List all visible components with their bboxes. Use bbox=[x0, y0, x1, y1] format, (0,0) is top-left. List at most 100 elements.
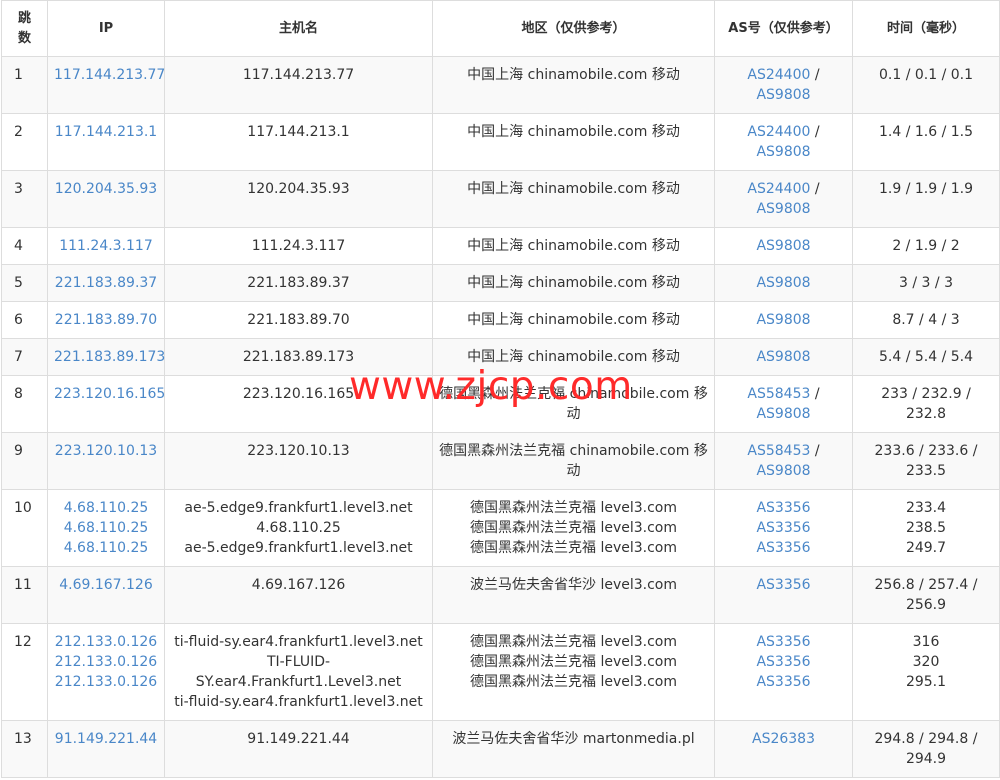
as-link[interactable]: AS3356 bbox=[756, 674, 810, 690]
ip-link[interactable]: 212.133.0.126 bbox=[54, 672, 158, 692]
ip-cell: 221.183.89.70 bbox=[47, 301, 165, 339]
as-line: AS24400 / AS9808 bbox=[721, 179, 846, 219]
ip-link[interactable]: 120.204.35.93 bbox=[54, 179, 158, 199]
as-link[interactable]: AS3356 bbox=[756, 540, 810, 556]
hop-cell: 2 bbox=[1, 113, 48, 171]
header-hop-label: 跳数 bbox=[17, 10, 31, 46]
as-link[interactable]: AS9808 bbox=[756, 349, 810, 365]
as-link[interactable]: AS58453 bbox=[747, 386, 810, 402]
hostname-text: 91.149.221.44 bbox=[247, 731, 350, 747]
as-cell: AS9808 bbox=[714, 338, 853, 376]
ip-link[interactable]: 223.120.16.165 bbox=[54, 384, 165, 404]
ip-cell: 223.120.16.165 bbox=[47, 375, 165, 433]
hop-cell: 11 bbox=[1, 566, 48, 624]
table-row: 3 120.204.35.93 120.204.35.93 中国上海 chinamob… bbox=[1, 170, 1000, 228]
as-line: AS3356 bbox=[721, 575, 846, 595]
as-cell: AS24400 / AS9808 bbox=[714, 113, 853, 171]
hop-cell: 12 bbox=[1, 623, 48, 721]
ip-cell: 117.144.213.1 bbox=[47, 113, 165, 171]
table-row: 2 117.144.213.1 117.144.213.1 中国上海 chinamob… bbox=[1, 113, 1000, 171]
ip-link[interactable]: 91.149.221.44 bbox=[54, 729, 158, 749]
ip-cell: 221.183.89.173 bbox=[47, 338, 165, 376]
as-link[interactable]: AS9808 bbox=[756, 406, 810, 422]
hostname-text: 117.144.213.1 bbox=[247, 124, 350, 140]
as-link[interactable]: AS9808 bbox=[756, 87, 810, 103]
time-cell: 0.1 / 0.1 / 0.1 bbox=[852, 56, 1000, 114]
ip-link[interactable]: 223.120.10.13 bbox=[54, 441, 158, 461]
as-link[interactable]: AS3356 bbox=[756, 634, 810, 650]
as-link[interactable]: AS58453 bbox=[747, 443, 810, 459]
region-text: 中国上海 chinamobile.com 移动 bbox=[467, 312, 680, 328]
hop-cell: 7 bbox=[1, 338, 48, 376]
region-cell: 德国黑森州法兰克福 chinamobile.com 移动 bbox=[432, 432, 715, 490]
ip-cell: 212.133.0.126 212.133.0.126 212.133.0.126 bbox=[47, 623, 165, 721]
table-row: 13 91.149.221.44 91.149.221.44 波兰马佐夫舍省华沙 ma… bbox=[1, 720, 1000, 778]
hostname-text: 4.68.110.25 bbox=[256, 520, 341, 536]
ip-link[interactable]: 117.144.213.1 bbox=[54, 122, 158, 142]
hop-cell: 9 bbox=[1, 432, 48, 490]
as-link[interactable]: AS9808 bbox=[756, 312, 810, 328]
ip-link[interactable]: 117.144.213.77 bbox=[54, 65, 165, 85]
time-text: 8.7 / 4 / 3 bbox=[892, 312, 960, 328]
time-text: 249.7 bbox=[905, 540, 947, 556]
ip-link[interactable]: 4.68.110.25 bbox=[54, 538, 158, 558]
hostname-cell: 117.144.213.77 bbox=[164, 56, 433, 114]
as-link[interactable]: AS24400 bbox=[747, 67, 810, 83]
as-link[interactable]: AS9808 bbox=[756, 144, 810, 160]
as-line: AS58453 / AS9808 bbox=[721, 384, 846, 424]
region-text: 中国上海 chinamobile.com 移动 bbox=[467, 238, 680, 254]
hop-cell: 13 bbox=[1, 720, 48, 778]
as-cell: AS24400 / AS9808 bbox=[714, 56, 853, 114]
as-cell: AS9808 bbox=[714, 264, 853, 302]
table-row: 12 212.133.0.126 212.133.0.126 212.133.0.12… bbox=[1, 623, 1000, 721]
ip-cell: 221.183.89.37 bbox=[47, 264, 165, 302]
ip-cell: 223.120.10.13 bbox=[47, 432, 165, 490]
as-link[interactable]: AS9808 bbox=[756, 275, 810, 291]
ip-cell: 117.144.213.77 bbox=[47, 56, 165, 114]
time-text: 256.8 / 257.4 / 256.9 bbox=[874, 577, 978, 613]
time-cell: 8.7 / 4 / 3 bbox=[852, 301, 1000, 339]
time-text: 320 bbox=[912, 654, 940, 670]
as-link[interactable]: AS26383 bbox=[752, 731, 815, 747]
region-text: 波兰马佐夫舍省华沙 martonmedia.pl bbox=[452, 731, 695, 747]
ip-link[interactable]: 111.24.3.117 bbox=[54, 236, 158, 256]
ip-link[interactable]: 212.133.0.126 bbox=[54, 652, 158, 672]
region-text: 中国上海 chinamobile.com 移动 bbox=[467, 124, 680, 140]
table-row: 10 4.68.110.25 4.68.110.25 4.68.110.25 ae-5.… bbox=[1, 489, 1000, 567]
ip-cell: 91.149.221.44 bbox=[47, 720, 165, 778]
ip-link[interactable]: 221.183.89.173 bbox=[54, 347, 165, 367]
as-link[interactable]: AS9808 bbox=[756, 463, 810, 479]
hostname-text: 223.120.10.13 bbox=[247, 443, 350, 459]
as-link[interactable]: AS9808 bbox=[756, 201, 810, 217]
ip-link[interactable]: 221.183.89.70 bbox=[54, 310, 158, 330]
as-link[interactable]: AS24400 bbox=[747, 124, 810, 140]
as-separator: / bbox=[810, 386, 820, 402]
ip-link[interactable]: 212.133.0.126 bbox=[54, 632, 158, 652]
as-link[interactable]: AS3356 bbox=[756, 577, 810, 593]
time-cell: 3 / 3 / 3 bbox=[852, 264, 1000, 302]
ip-link[interactable]: 4.69.167.126 bbox=[54, 575, 158, 595]
ip-cell: 111.24.3.117 bbox=[47, 227, 165, 265]
hostname-cell: 221.183.89.70 bbox=[164, 301, 433, 339]
time-text: 233.6 / 233.6 / 233.5 bbox=[874, 443, 978, 479]
as-link[interactable]: AS3356 bbox=[756, 654, 810, 670]
hostname-cell: 111.24.3.117 bbox=[164, 227, 433, 265]
as-cell: AS3356 AS3356 AS3356 bbox=[714, 489, 853, 567]
table-row: 6 221.183.89.70 221.183.89.70 中国上海 chinamob… bbox=[1, 301, 1000, 339]
ip-link[interactable]: 4.68.110.25 bbox=[54, 498, 158, 518]
as-link[interactable]: AS9808 bbox=[756, 238, 810, 254]
hostname-text: 221.183.89.70 bbox=[247, 312, 350, 328]
as-link[interactable]: AS24400 bbox=[747, 181, 810, 197]
as-link[interactable]: AS3356 bbox=[756, 500, 810, 516]
hostname-cell: 221.183.89.37 bbox=[164, 264, 433, 302]
ip-link[interactable]: 4.68.110.25 bbox=[54, 518, 158, 538]
time-cell: 233 / 232.9 / 232.8 bbox=[852, 375, 1000, 433]
hop-cell: 5 bbox=[1, 264, 48, 302]
hop-cell: 3 bbox=[1, 170, 48, 228]
time-text: 0.1 / 0.1 / 0.1 bbox=[878, 67, 974, 83]
hostname-text: ti-fluid-sy.ear4.frankfurt1.level3.net bbox=[174, 694, 423, 710]
ip-link[interactable]: 221.183.89.37 bbox=[54, 273, 158, 293]
hop-cell: 4 bbox=[1, 227, 48, 265]
as-link[interactable]: AS3356 bbox=[756, 520, 810, 536]
as-cell: AS26383 bbox=[714, 720, 853, 778]
